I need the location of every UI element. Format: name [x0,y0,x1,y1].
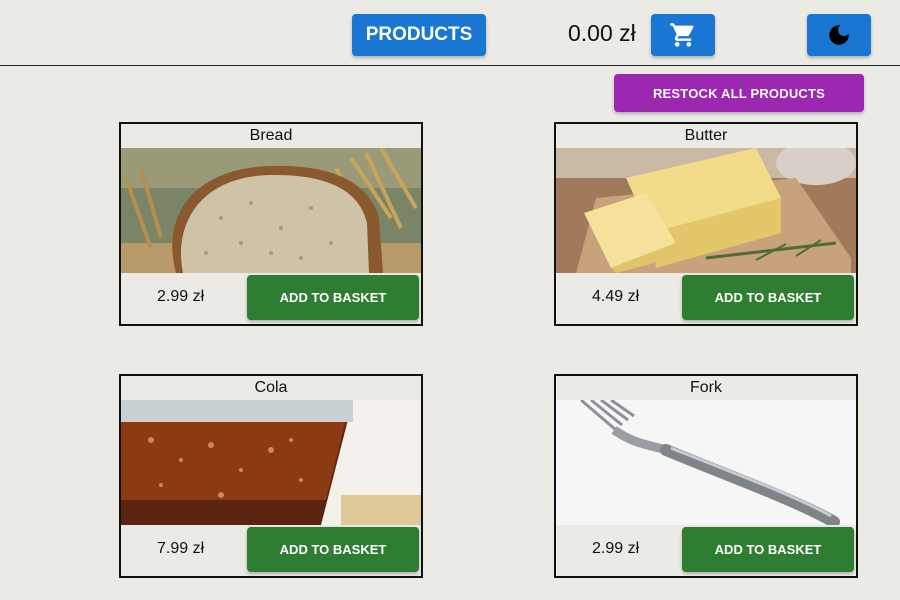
product-card-cola: Cola 7.99 zł ADD TO BASKET [119,374,423,578]
bread-photo [121,148,421,273]
add-to-basket-button[interactable]: ADD TO BASKET [247,275,419,320]
product-name: Cola [254,379,288,396]
cola-photo [121,400,421,525]
product-name: Butter [684,127,728,144]
fork-photo [556,400,856,525]
top-bar: PRODUCTS 0.00 zł [0,0,900,66]
product-price: 2.99 zł [157,288,205,305]
products-button[interactable]: PRODUCTS [352,14,486,56]
butter-photo [556,148,856,273]
product-card-butter: Butter 4.49 zł ADD TO BASKET [554,122,858,326]
restock-all-button[interactable]: RESTOCK ALL PRODUCTS [614,74,864,112]
product-price: 4.49 zł [592,288,640,305]
theme-toggle-button[interactable] [807,14,871,56]
product-card-bread: Bread 2.99 zł ADD TO BASKET [119,122,423,326]
moon-icon [829,25,849,45]
cart-button[interactable] [651,14,715,56]
add-to-basket-button[interactable]: ADD TO BASKET [682,527,854,572]
shopping-cart-icon [670,23,694,47]
basket-total: 0.00 zł [568,20,636,46]
add-to-basket-button[interactable]: ADD TO BASKET [247,527,419,572]
product-name: Fork [690,379,722,396]
product-price: 2.99 zł [592,540,640,557]
product-price: 7.99 zł [157,540,205,557]
product-card-fork: Fork 2.99 zł ADD TO BASKET [554,374,858,578]
product-name: Bread [249,127,293,144]
add-to-basket-button[interactable]: ADD TO BASKET [682,275,854,320]
